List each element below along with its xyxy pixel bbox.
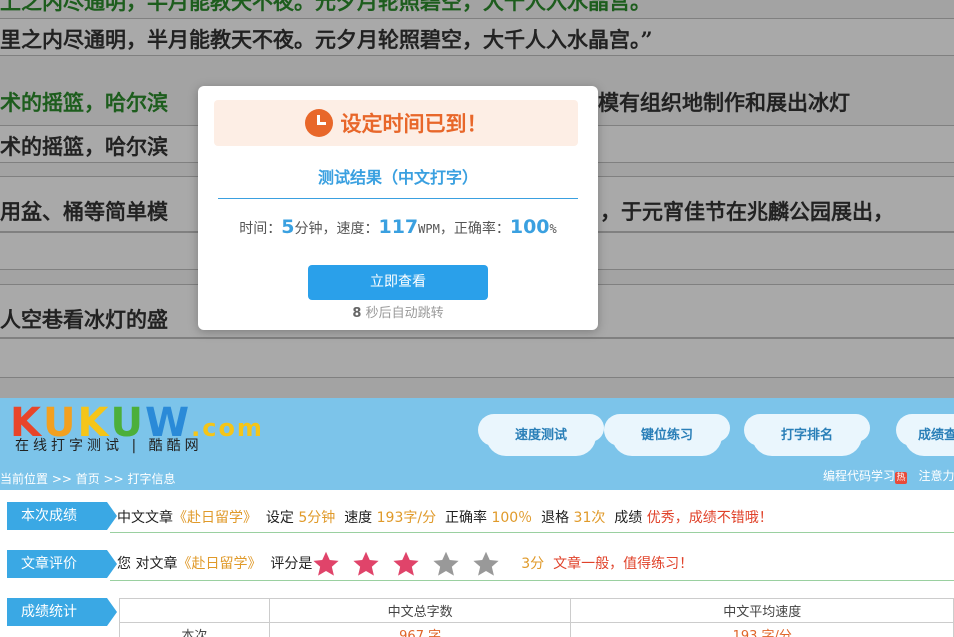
table-row: 本次 967 字 193 字/分 [119, 622, 954, 637]
site-header: KUKUW.com 在线打字测试 | 酷酷网 速度测试 键位练习 打字排名 成绩… [0, 398, 954, 490]
modal-stats: 时间：5分钟，速度：117WPM，正确率：100% [198, 216, 598, 238]
accuracy-value: 100 [509, 216, 550, 238]
countdown-text: 秒后自动跳转 [361, 306, 444, 321]
backspace-value: 31次 [573, 510, 606, 526]
attention-link[interactable]: 注意力 [918, 469, 954, 483]
speed-value: 193字/分 [376, 510, 437, 526]
modal-title: 设定时间已到！ [340, 112, 488, 136]
rating-stars[interactable] [312, 551, 512, 576]
review-you: 您 [117, 556, 131, 572]
table-cell: 193 字/分 [570, 622, 954, 637]
review-article-title[interactable]: 《赴日留学》 [177, 556, 261, 572]
modal-header: 设定时间已到！ [214, 100, 578, 146]
breadcrumb: 当前位置 >> 首页 >> 打字信息 [0, 472, 176, 486]
review-row: 您 对文章《赴日留学》 评分是 3分 文章一般，值得练习！ [117, 550, 693, 578]
divider [110, 532, 954, 533]
table-header [119, 598, 270, 623]
result-row: 中文文章《赴日留学》 设定 5分钟 速度 193字/分 正确率 100％ 退格 … [117, 507, 773, 527]
score-label: 评分是 [270, 556, 313, 572]
table-header-row: 中文总字数 中文平均速度 [119, 598, 954, 623]
accuracy-label: 正确率 [445, 510, 487, 526]
grade-value: 优秀，成绩不错哦！ [646, 510, 773, 526]
nav-speed-test[interactable]: 速度测试 [486, 416, 596, 456]
star-icon[interactable] [392, 550, 420, 578]
hot-badge: 热 [895, 472, 908, 484]
nav-scores[interactable]: 成绩查 [904, 416, 954, 456]
accuracy-label: ，正确率： [439, 221, 510, 237]
result-modal: 设定时间已到！ 测试结果（中文打字） 时间：5分钟，速度：117WPM，正确率：… [198, 86, 598, 330]
speed-value: 117 [378, 216, 419, 238]
coding-link[interactable]: 编程代码学习 [823, 469, 895, 483]
table-cell: 967 字 [268, 622, 572, 637]
review-to-article: 对文章 [135, 556, 178, 572]
logo-subtitle: 在线打字测试 | 酷酷网 [15, 438, 203, 454]
star-icon[interactable] [312, 550, 340, 578]
set-value: 5分钟 [298, 510, 336, 526]
nav-key-practice[interactable]: 键位练习 [612, 416, 722, 456]
speed-label: 速度 [344, 510, 373, 526]
article-type: 中文文章 [117, 510, 173, 526]
speed-unit: WPM [418, 222, 440, 236]
divider [110, 580, 954, 581]
redirect-countdown: 8 秒后自动跳转 [198, 302, 598, 321]
table-header: 中文平均速度 [570, 598, 954, 623]
accuracy-value: 100％ [491, 510, 533, 526]
time-label: 时间： [239, 221, 282, 237]
backspace-label: 退格 [541, 510, 570, 526]
time-unit: 分钟，速度： [294, 221, 379, 237]
statistics-tag: 成绩统计 [7, 598, 117, 626]
grade-label: 成绩 [614, 510, 643, 526]
time-value: 5 [281, 216, 295, 238]
article-title[interactable]: 《赴日留学》 [173, 510, 257, 526]
table-header: 中文总字数 [268, 598, 572, 623]
header-links: 编程代码学习热 注意力 [823, 467, 954, 484]
accuracy-unit: % [549, 222, 557, 236]
set-label: 设定 [265, 510, 294, 526]
result-tag: 本次成绩 [7, 502, 117, 530]
star-icon[interactable] [472, 550, 500, 578]
view-now-button[interactable]: 立即查看 [308, 265, 488, 300]
modal-subtitle: 测试结果（中文打字） [218, 164, 578, 199]
star-icon[interactable] [352, 550, 380, 578]
statistics-table: 中文总字数 中文平均速度 本次 967 字 193 字/分 [119, 598, 954, 637]
review-tag: 文章评价 [7, 550, 117, 578]
table-cell: 本次 [119, 622, 270, 637]
review-comment: 文章一般，值得练习！ [553, 556, 694, 572]
score-value: 3分 [521, 556, 545, 572]
star-icon[interactable] [432, 550, 460, 578]
clock-icon [304, 109, 333, 137]
nav-ranking[interactable]: 打字排名 [752, 416, 862, 456]
